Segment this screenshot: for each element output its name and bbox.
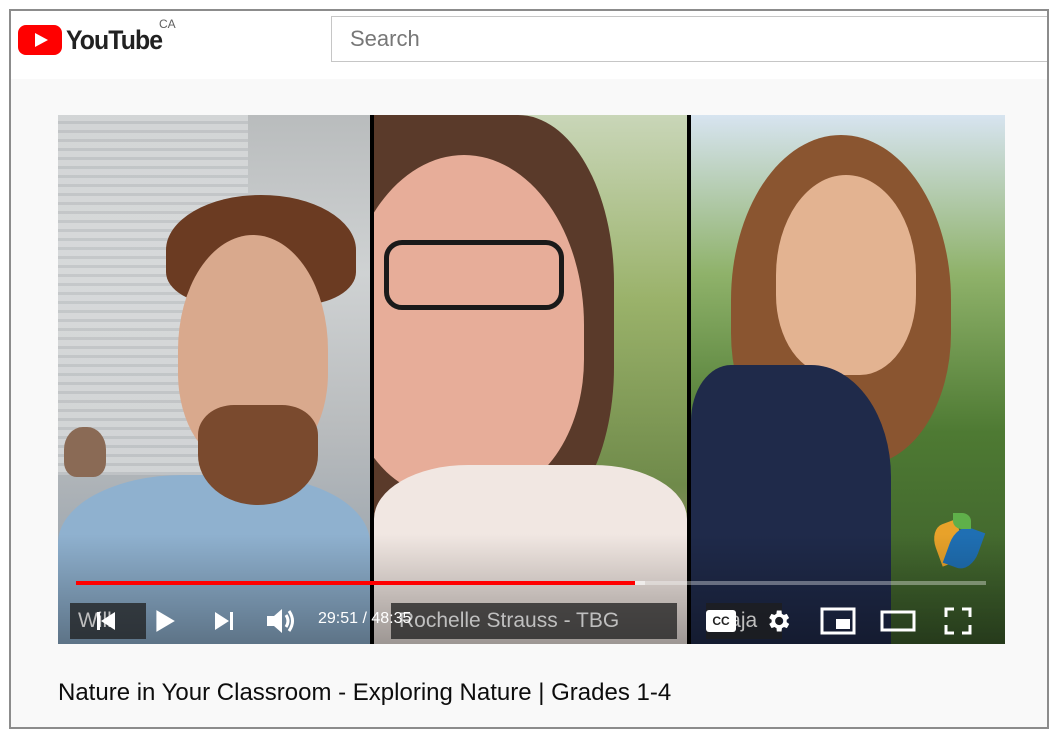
settings-button[interactable] (760, 603, 796, 639)
play-button[interactable] (146, 603, 182, 639)
youtube-logo-icon (18, 25, 62, 55)
fullscreen-button[interactable] (938, 603, 978, 639)
settings-icon (769, 610, 790, 632)
youtube-logo[interactable]: YouTube (18, 25, 170, 55)
owl-figurine (64, 427, 106, 477)
next-icon (215, 612, 233, 630)
miniplayer-button[interactable] (818, 603, 858, 639)
logo-text: YouTube (66, 25, 163, 55)
region-code: CA (159, 17, 176, 31)
video-player[interactable]: Will Rochelle Strauss - TBG Raja 29:51 /… (58, 115, 1005, 644)
captions-icon: CC (706, 610, 736, 632)
theater-mode-icon (880, 610, 916, 632)
fullscreen-icon (944, 607, 972, 635)
glasses (384, 240, 564, 310)
miniplayer-icon (820, 607, 856, 635)
theater-mode-button[interactable] (878, 603, 918, 639)
participant-name-rochelle: Rochelle Strauss - TBG (391, 603, 677, 639)
previous-button[interactable] (88, 603, 124, 639)
person-face (776, 175, 916, 375)
next-button[interactable] (206, 603, 242, 639)
search-input[interactable] (332, 17, 1047, 61)
volume-icon (267, 609, 294, 633)
masthead: YouTube CA (11, 11, 1047, 79)
previous-icon (97, 612, 115, 630)
video-title: Nature in Your Classroom - Exploring Nat… (58, 679, 672, 706)
play-icon (156, 610, 175, 632)
search-box[interactable] (331, 16, 1047, 62)
progress-played (76, 581, 635, 585)
progress-bar[interactable] (76, 581, 986, 585)
svg-text:CC: CC (712, 614, 730, 628)
browser-frame: YouTube CA Will (9, 9, 1049, 729)
volume-button[interactable] (261, 603, 301, 639)
captions-button[interactable]: CC (703, 603, 739, 639)
time-display: 29:51 / 48:35 (318, 610, 412, 627)
person-beard (198, 405, 318, 505)
